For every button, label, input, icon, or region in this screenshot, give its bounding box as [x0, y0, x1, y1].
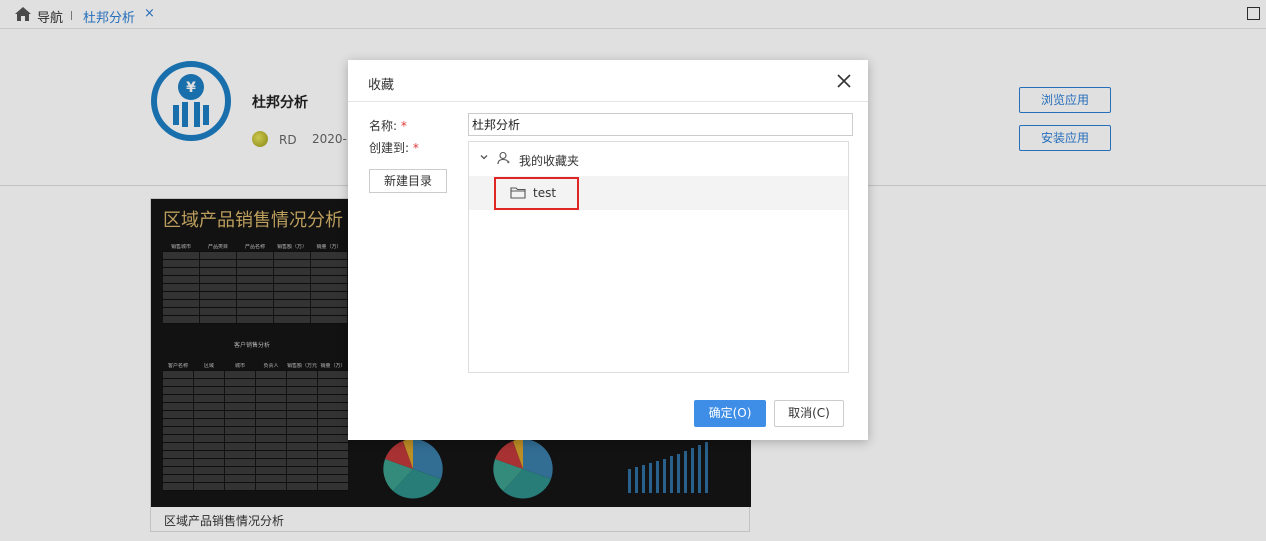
user-icon [497, 151, 510, 165]
tree-child-label: test [533, 186, 557, 200]
create-to-label: 创建到: * [369, 139, 419, 156]
name-field-label: 名称: * [369, 117, 407, 134]
folder-icon [510, 187, 526, 199]
new-folder-button[interactable]: 新建目录 [369, 169, 447, 193]
create-to-label-text: 创建到: [369, 141, 410, 155]
tree-node-test[interactable]: test [469, 176, 848, 210]
required-mark: * [412, 141, 419, 155]
required-mark: * [400, 119, 407, 133]
close-icon[interactable] [837, 74, 851, 88]
confirm-button[interactable]: 确定(O) [694, 400, 766, 427]
folder-tree: 我的收藏夹 test [468, 141, 849, 373]
tree-node-my-favorites[interactable]: 我的收藏夹 [469, 142, 848, 176]
favorite-dialog: 收藏 名称: * 创建到: * 新建目录 我的收藏夹 [348, 60, 868, 440]
tree-root-label: 我的收藏夹 [519, 154, 580, 168]
cancel-button[interactable]: 取消(C) [774, 400, 844, 427]
name-input[interactable] [468, 113, 853, 136]
dialog-header: 收藏 [348, 60, 868, 102]
dialog-title: 收藏 [368, 78, 395, 93]
name-label-text: 名称: [369, 119, 398, 133]
chevron-down-icon[interactable] [479, 152, 489, 162]
